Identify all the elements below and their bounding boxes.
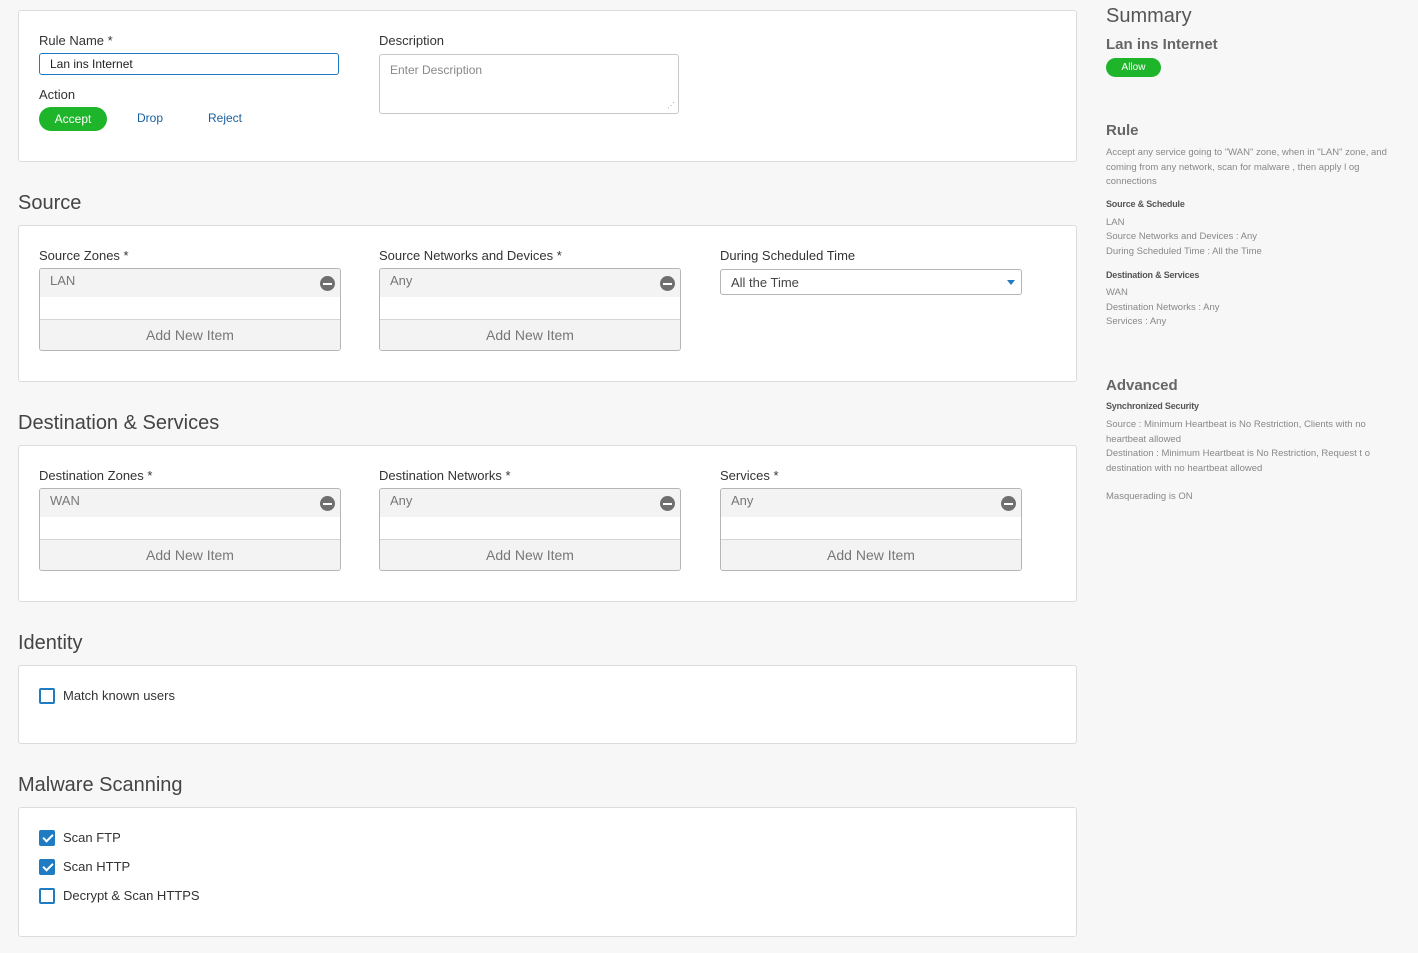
add-new-item-button[interactable]: Add New Item [40, 319, 340, 350]
list-item: LAN [40, 269, 340, 297]
destination-networks-label: Destination Networks * [379, 468, 511, 483]
list-item-label: Any [731, 493, 754, 508]
destination-zones-label: Destination Zones * [39, 468, 153, 483]
source-section-title: Source [18, 192, 82, 214]
identity-section-title: Identity [18, 632, 83, 654]
summary-dest-networks: Destination Networks : Any [1106, 302, 1220, 313]
scan-http-label[interactable]: Scan HTTP [63, 859, 130, 874]
reject-button[interactable]: Reject [208, 111, 242, 125]
remove-icon[interactable] [660, 496, 675, 511]
source-networks-list: Any Add New Item [379, 268, 681, 351]
schedule-select[interactable]: All the Time [720, 269, 1022, 295]
schedule-label: During Scheduled Time [720, 248, 856, 263]
summary-sync-security-heading: Synchronized Security [1106, 401, 1199, 411]
scan-ftp-checkbox[interactable] [39, 830, 55, 846]
summary-dest-services-heading: Destination & Services [1106, 270, 1200, 280]
identity-card [18, 665, 1077, 744]
add-new-item-button[interactable]: Add New Item [380, 539, 680, 570]
add-new-item-button[interactable]: Add New Item [40, 539, 340, 570]
summary-dest-zone: WAN [1106, 287, 1128, 298]
malware-card [18, 807, 1077, 937]
source-networks-label: Source Networks and Devices * [379, 248, 562, 263]
match-known-users-label[interactable]: Match known users [63, 688, 175, 703]
summary-sync-source: Source : Minimum Heartbeat is No Restric… [1106, 419, 1366, 445]
list-item: WAN [40, 489, 340, 517]
summary-rule-description: Accept any service going to "WAN" zone, … [1106, 147, 1387, 187]
services-label: Services * [720, 468, 779, 483]
destination-networks-list: Any Add New Item [379, 488, 681, 571]
action-label: Action [39, 87, 76, 102]
add-new-item-button[interactable]: Add New Item [721, 539, 1021, 570]
rule-name-input[interactable]: Lan ins Internet [39, 53, 339, 75]
resize-handle-icon[interactable]: ⋰ [667, 102, 675, 110]
status-badge: Allow [1106, 58, 1161, 77]
summary-rule-name: Lan ins Internet [1106, 36, 1218, 53]
list-item: Any [380, 269, 680, 297]
remove-icon[interactable] [320, 496, 335, 511]
remove-icon[interactable] [660, 276, 675, 291]
remove-icon[interactable] [320, 276, 335, 291]
summary-source-networks: Source Networks and Devices : Any [1106, 231, 1258, 242]
list-item-label: Any [390, 273, 413, 288]
rule-name-label: Rule Name * [39, 33, 113, 48]
summary-masquerading: Masquerading is ON [1106, 491, 1193, 502]
source-zones-list: LAN Add New Item [39, 268, 341, 351]
description-label: Description [379, 33, 445, 48]
match-known-users-checkbox[interactable] [39, 688, 55, 704]
scan-ftp-label[interactable]: Scan FTP [63, 830, 121, 845]
summary-scheduled-time: During Scheduled Time : All the Time [1106, 246, 1262, 257]
services-list: Any Add New Item [720, 488, 1022, 571]
list-item: Any [380, 489, 680, 517]
description-textarea[interactable]: Enter Description ⋰ [379, 54, 679, 114]
list-item: Any [721, 489, 1021, 517]
decrypt-scan-https-label[interactable]: Decrypt & Scan HTTPS [63, 888, 200, 903]
destination-zones-list: WAN Add New Item [39, 488, 341, 571]
summary-services: Services : Any [1106, 316, 1167, 327]
description-placeholder: Enter Description [390, 63, 483, 77]
malware-section-title: Malware Scanning [18, 774, 183, 796]
remove-icon[interactable] [1001, 496, 1016, 511]
summary-sync-destination: Destination : Minimum Heartbeat is No Re… [1106, 448, 1370, 474]
summary-rule-heading: Rule [1106, 122, 1139, 139]
source-zones-label: Source Zones * [39, 248, 129, 263]
destination-section-title: Destination & Services [18, 412, 220, 434]
list-item-label: LAN [50, 273, 76, 288]
accept-button[interactable]: Accept [39, 107, 107, 131]
chevron-down-icon [1007, 280, 1015, 285]
schedule-value: All the Time [731, 275, 799, 290]
summary-advanced-heading: Advanced [1106, 377, 1178, 394]
list-item-label: Any [390, 493, 413, 508]
summary-source-zone: LAN [1106, 217, 1125, 228]
summary-source-schedule-heading: Source & Schedule [1106, 199, 1185, 209]
add-new-item-button[interactable]: Add New Item [380, 319, 680, 350]
drop-button[interactable]: Drop [137, 111, 163, 125]
scan-http-checkbox[interactable] [39, 859, 55, 875]
list-item-label: WAN [50, 493, 80, 508]
summary-title: Summary [1106, 5, 1192, 27]
decrypt-scan-https-checkbox[interactable] [39, 888, 55, 904]
